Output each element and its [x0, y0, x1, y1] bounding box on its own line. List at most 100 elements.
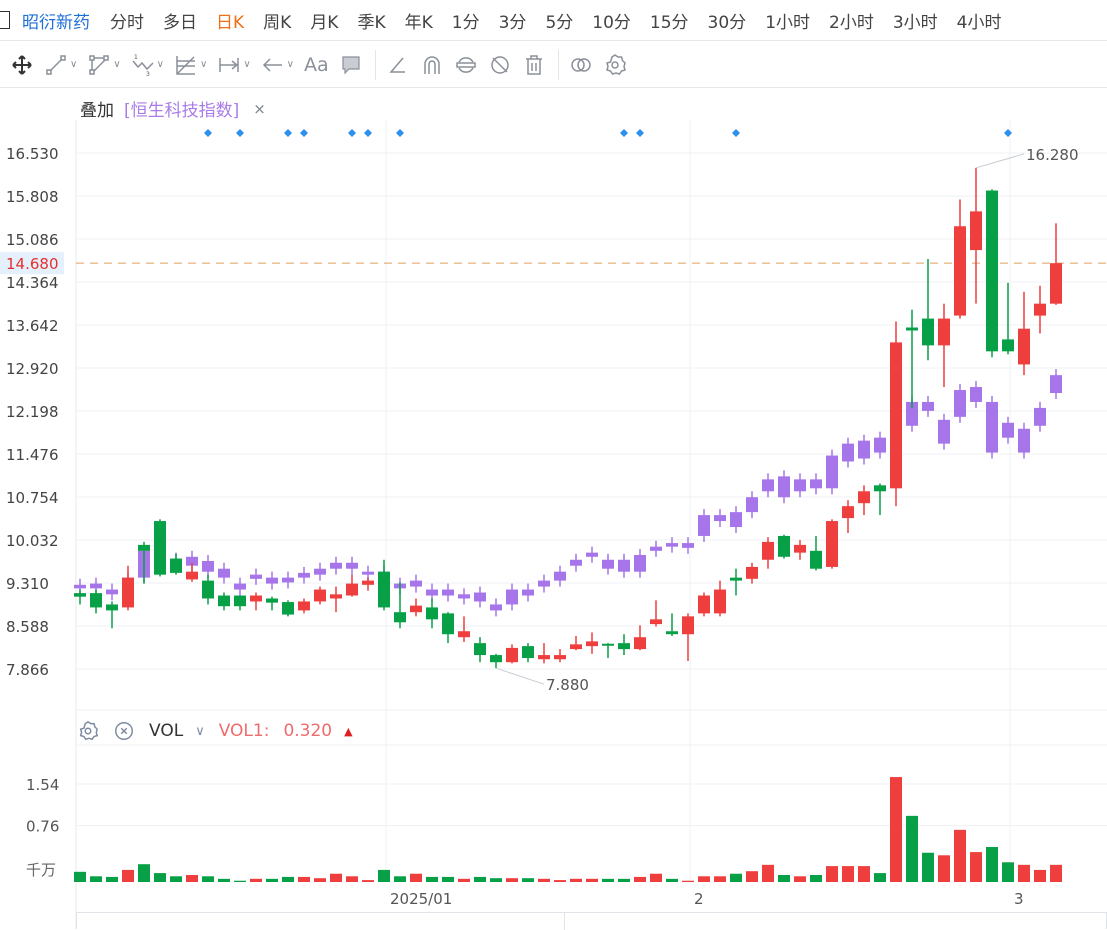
- volume-bar: [394, 876, 406, 882]
- low-label-leader: [495, 667, 545, 685]
- volume-bar: [218, 878, 230, 882]
- candle-body: [1018, 328, 1030, 365]
- time-axis-label: 2: [694, 890, 704, 908]
- candle-body: [282, 602, 294, 615]
- volume-unit-label: 千万: [26, 861, 56, 879]
- volume-bar: [538, 878, 550, 882]
- time-axis-label: 3: [1014, 890, 1024, 908]
- volume-bar: [266, 878, 278, 882]
- volume-bar: [778, 875, 790, 882]
- overlay-candle-body: [202, 560, 214, 572]
- volume-bar: [682, 880, 694, 882]
- candle-body: [378, 571, 390, 608]
- overlay-candle-body: [1034, 407, 1046, 426]
- volume-bar: [1050, 864, 1062, 882]
- candle-body: [778, 535, 790, 557]
- overlay-candle-body: [250, 574, 262, 579]
- volume-bar: [458, 878, 470, 882]
- candle-body: [90, 593, 102, 608]
- volume-bar: [602, 878, 614, 882]
- price-tick-label: 15.086: [6, 231, 59, 249]
- candle-body: [826, 521, 838, 567]
- indicator-name: VOL: [149, 721, 184, 741]
- candle-body: [218, 595, 230, 607]
- overlay-candle-body: [474, 592, 486, 602]
- price-tick-label: 15.808: [6, 188, 59, 206]
- volume-tick-label: 0.76: [26, 818, 59, 836]
- event-marker-icon: [620, 129, 628, 137]
- overlay-candle-body: [74, 584, 86, 589]
- candle-body: [650, 619, 662, 625]
- price-tick-label: 10.754: [6, 489, 59, 507]
- volume-bar: [810, 875, 822, 882]
- volume-bar: [426, 876, 438, 882]
- volume-bar: [186, 875, 198, 882]
- volume-bar: [650, 873, 662, 882]
- candle-body: [586, 641, 598, 647]
- close-indicator-icon[interactable]: [113, 720, 135, 742]
- overlay-candle-body: [698, 515, 710, 536]
- candle-body: [186, 571, 198, 580]
- candle-body: [170, 558, 182, 573]
- overlay-candle-body: [618, 559, 630, 572]
- overlay-candle-body: [922, 401, 934, 411]
- price-tick-label: 10.032: [6, 532, 59, 550]
- volume-bar: [90, 876, 102, 882]
- volume-bar: [698, 876, 710, 882]
- candle-body: [714, 589, 726, 614]
- kline-chart[interactable]: 16.530 15.808 15.086 14.364 13.642 12.920 12.1…: [0, 0, 1107, 929]
- overlay-candle-body: [634, 555, 646, 572]
- time-navigator[interactable]: [76, 912, 1107, 930]
- overlay-candle-body: [234, 583, 246, 590]
- volume-bar: [442, 876, 454, 882]
- overlay-candle-body: [842, 443, 854, 462]
- candle-body: [554, 655, 566, 660]
- candle-body: [138, 544, 150, 551]
- volume-bar: [938, 855, 950, 882]
- volume-bar: [490, 878, 502, 882]
- candle-body: [842, 506, 854, 519]
- volume-bar: [794, 876, 806, 882]
- overlay-candle-body: [218, 568, 230, 578]
- candle-body: [810, 550, 822, 569]
- price-tick-label: 14.364: [6, 274, 59, 292]
- volume-bar: [586, 878, 598, 882]
- overlay-candle-body: [938, 419, 950, 444]
- overlay-candle-body: [442, 589, 454, 596]
- volume-bar: [970, 852, 982, 882]
- volume-bar: [570, 878, 582, 882]
- navigator-handle[interactable]: [564, 913, 565, 930]
- overlay-candle-body: [1050, 375, 1062, 394]
- chevron-down-icon[interactable]: ∨: [195, 724, 205, 739]
- volume-bar: [826, 866, 838, 882]
- candle-body: [1034, 303, 1046, 316]
- trend-up-icon: ▲: [344, 724, 353, 738]
- event-marker-icon: [364, 129, 372, 137]
- overlay-candle-body: [666, 543, 678, 547]
- volume-bar: [506, 878, 518, 882]
- volume-bar: [362, 880, 374, 882]
- event-marker-icon: [396, 129, 404, 137]
- volume-bar: [714, 876, 726, 882]
- candle-body: [858, 491, 870, 504]
- overlay-candle-body: [1018, 428, 1030, 453]
- volume-bar: [234, 880, 246, 882]
- candle-body: [682, 616, 694, 635]
- overlay-candle-body: [90, 583, 102, 589]
- candle-body: [746, 566, 758, 579]
- overlay-candle-body: [954, 390, 966, 417]
- overlay-candle-body: [410, 580, 422, 587]
- candle-body: [922, 318, 934, 346]
- indicator-settings-icon[interactable]: [77, 720, 99, 742]
- candle-body: [698, 595, 710, 614]
- candle-body: [346, 583, 358, 596]
- candle-body: [890, 342, 902, 489]
- candle-body: [970, 211, 982, 251]
- price-tick-label: 11.476: [6, 446, 59, 464]
- overlay-candle-body: [714, 515, 726, 522]
- candle-body: [1050, 263, 1062, 304]
- candle-body: [874, 485, 886, 492]
- volume-bar: [1018, 864, 1030, 882]
- volume-bar: [522, 878, 534, 882]
- volume-bar: [314, 878, 326, 882]
